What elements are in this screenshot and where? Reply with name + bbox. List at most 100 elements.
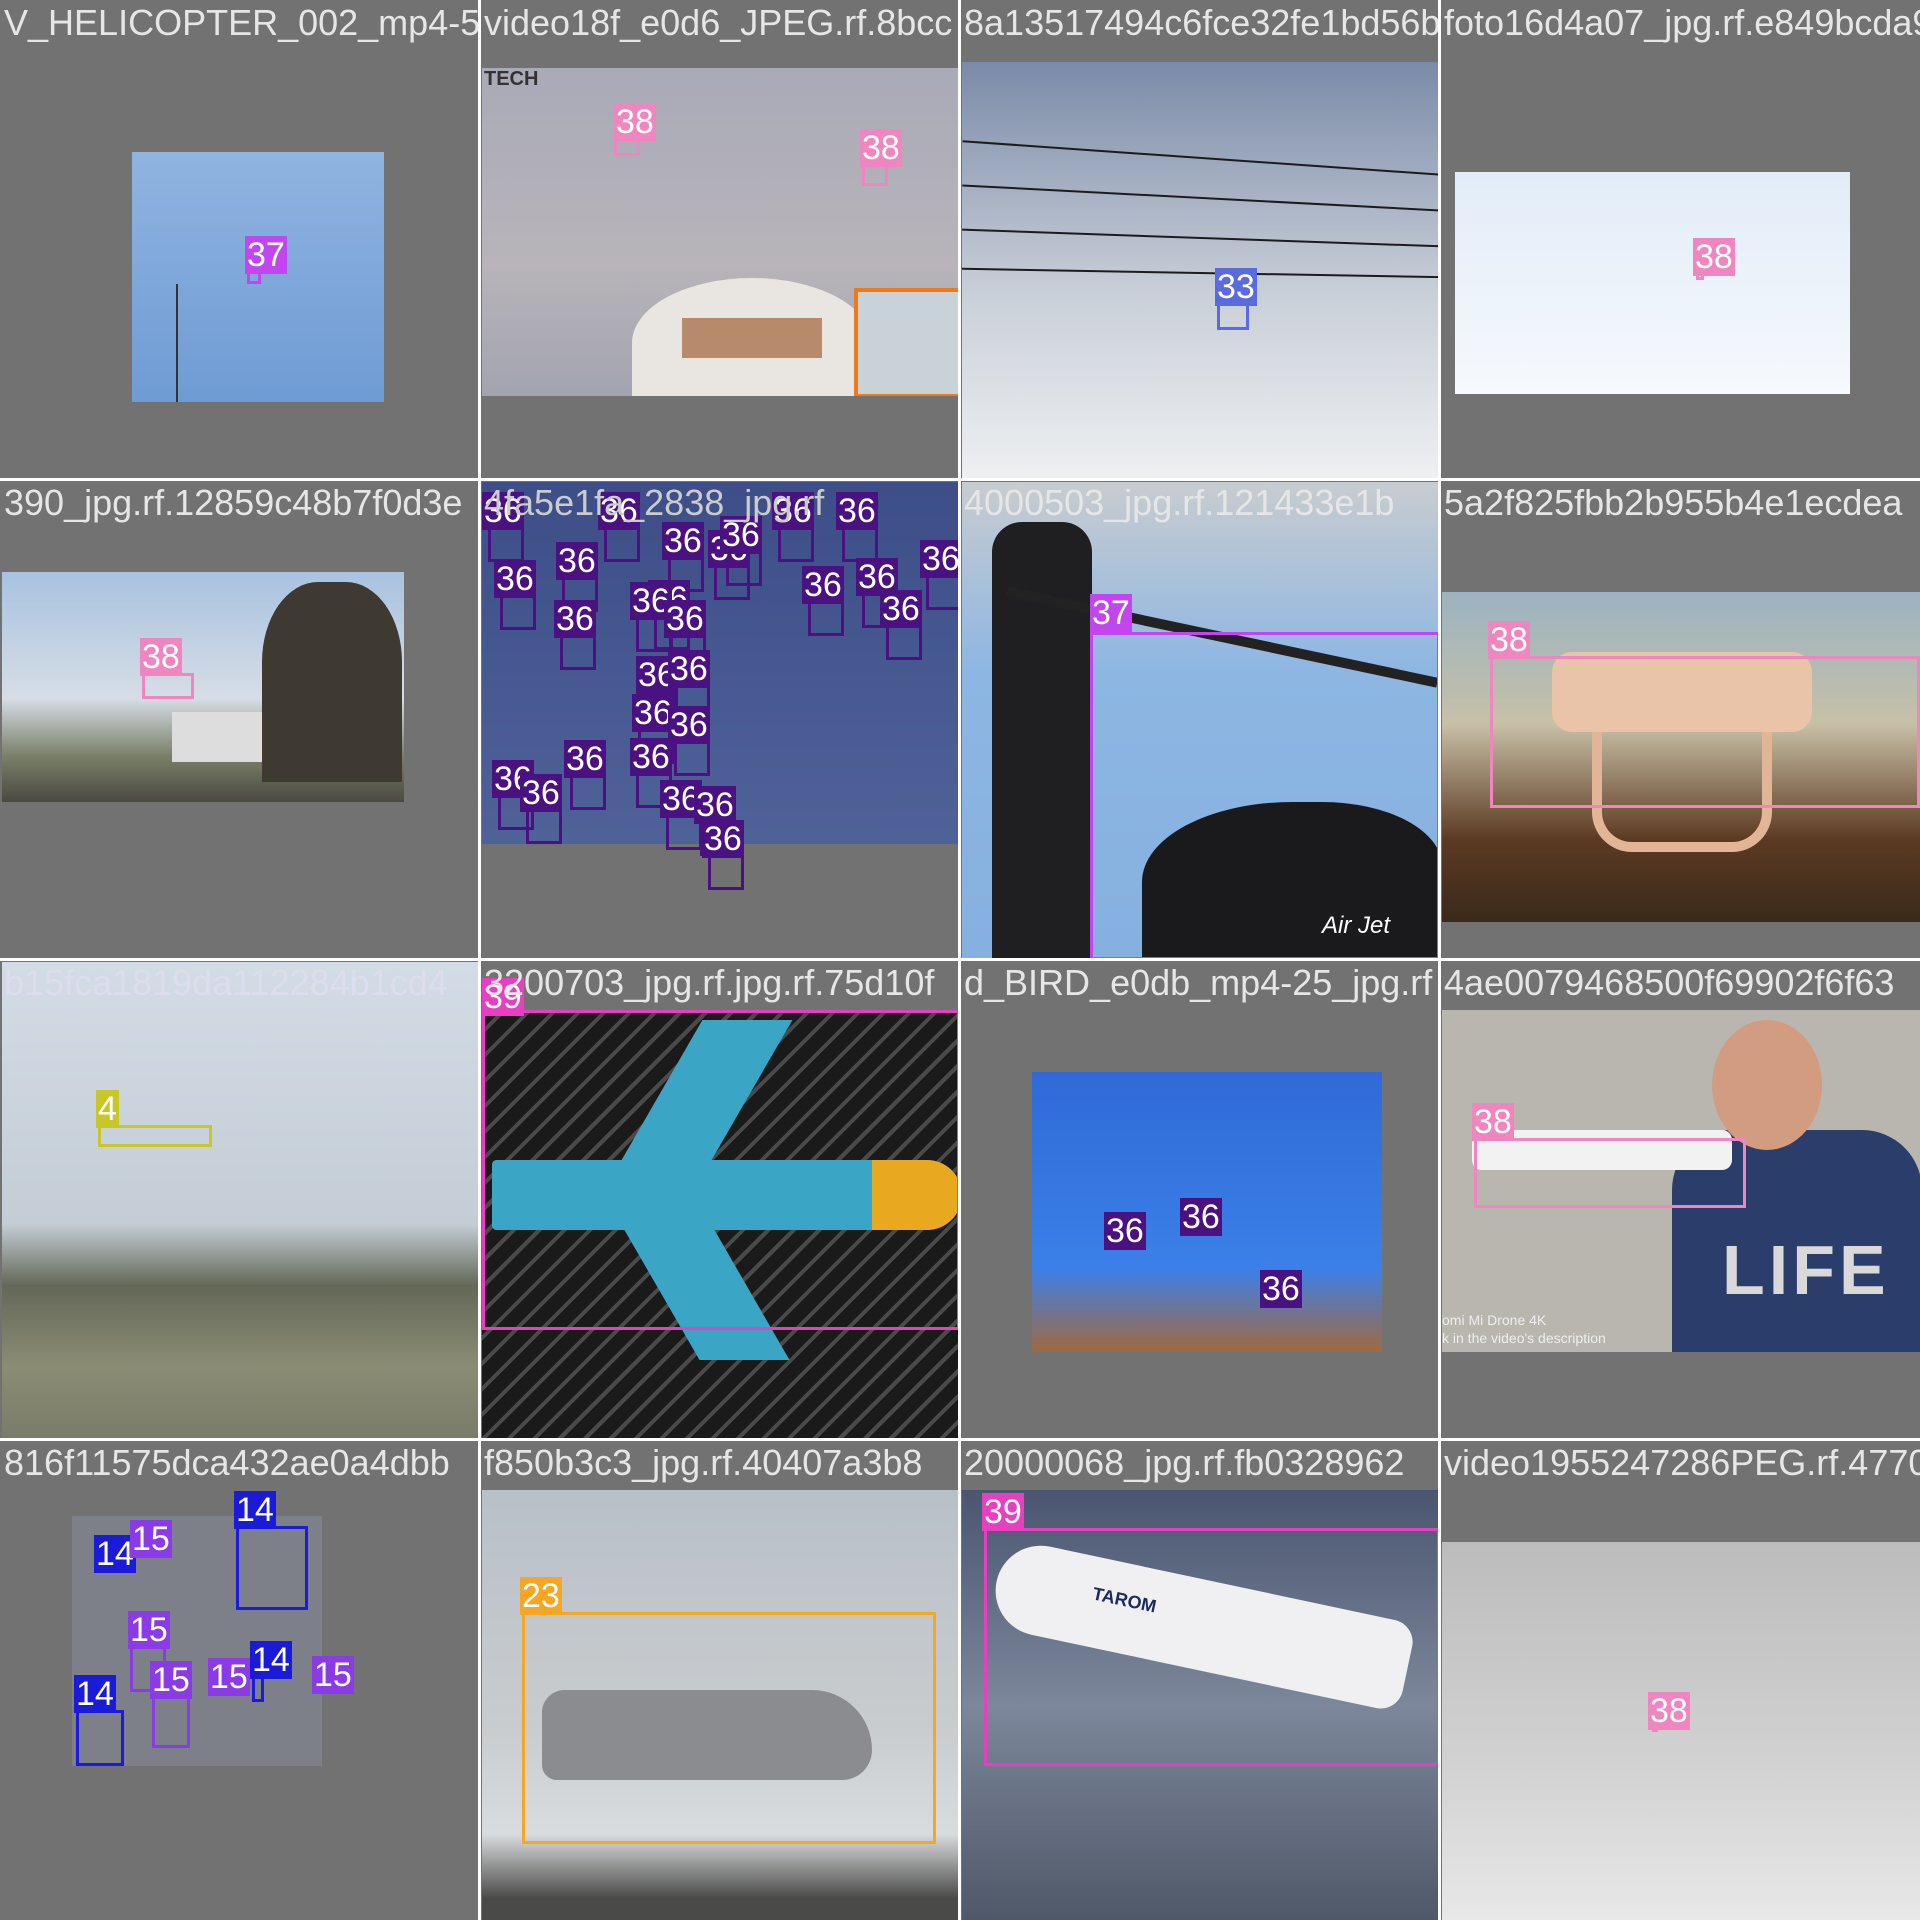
class-label: 4 — [96, 1090, 119, 1128]
tile-title: 4fa5e1fa_2838_jpg.rf — [484, 482, 825, 523]
tile-white-sky: foto16d4a07_jpg.rf.e849bcda9 38 — [1440, 0, 1920, 480]
tile-drone-house: 390_jpg.rf.12859c48b7f0d3e 38 — [0, 480, 480, 960]
tile-fighter-grid: 816f11575dca432ae0a4dbb 14 15 14 15 14 1… — [0, 1440, 480, 1920]
class-label: 36 — [1104, 1212, 1146, 1250]
inset-frame — [854, 288, 960, 396]
grid-divider — [0, 958, 1920, 961]
bbox — [926, 574, 960, 610]
bbox — [522, 1612, 936, 1844]
power-line — [962, 140, 1440, 176]
bbox — [482, 1010, 960, 1330]
power-line — [962, 184, 1440, 212]
bbox — [152, 1696, 190, 1748]
class-label: 36 — [554, 600, 596, 638]
tile-toy-drone: 5a2f825fbb2b955b4e1ecdea 38 — [1440, 480, 1920, 960]
class-label: 36 — [520, 774, 562, 812]
tile-birds-blue: d_BIRD_e0db_mp4-25_jpg.rf 36 36 36 — [960, 960, 1440, 1440]
bbox — [252, 1676, 264, 1702]
tile-clouds-wires: 8a13517494c6fce32fe1bd56b06d4507 33 — [960, 0, 1440, 480]
photo — [2, 962, 480, 1438]
photo — [1442, 1542, 1920, 1920]
class-label: 36 — [664, 600, 706, 638]
tile-boat-sea: TECH video18f_e0d6_JPEG.rf.8bcc 38 38 — [480, 0, 960, 480]
bbox — [808, 600, 844, 636]
tile-title: 8a13517494c6fce32fe1bd56b06d4507 — [964, 2, 1440, 43]
class-label: 38 — [1472, 1103, 1514, 1141]
watermark: TECH — [484, 68, 539, 90]
photo — [2, 572, 404, 802]
class-label: 14 — [250, 1641, 292, 1679]
class-label: 15 — [312, 1656, 354, 1694]
person-head — [1712, 1020, 1822, 1150]
bbox — [98, 1125, 212, 1147]
bbox — [842, 526, 878, 562]
class-label: 38 — [1693, 238, 1735, 276]
bbox — [570, 774, 606, 810]
class-label: 38 — [614, 103, 656, 141]
tile-tarom-airliner: TAROM 20000068_jpg.rf.fb0328962 39 — [960, 1440, 1440, 1920]
tile-title: 816f11575dca432ae0a4dbb — [4, 1442, 450, 1483]
class-label: 36 — [880, 590, 922, 628]
tile-title: V_HELICOPTER_002_mp4-57_jpg.rf.1790e7b51 — [4, 2, 480, 43]
class-label: 38 — [140, 638, 182, 676]
tile-title: 390_jpg.rf.12859c48b7f0d3e — [4, 482, 463, 523]
bbox — [236, 1526, 308, 1610]
class-label: 36 — [668, 706, 710, 744]
tile-title: b15fca1819da112284b1cd4 — [4, 962, 448, 1003]
bbox — [526, 808, 562, 844]
bbox — [1090, 632, 1440, 960]
class-label: 15 — [128, 1611, 170, 1649]
class-label: 36 — [668, 650, 710, 688]
tile-title: video18f_e0d6_JPEG.rf.8bcc — [484, 2, 953, 43]
tile-man-helicopter: Air Jet 4000503_jpg.rf.121433e1b 37 — [960, 480, 1440, 960]
class-label: 36 — [694, 786, 736, 824]
class-label: 23 — [520, 1577, 562, 1615]
tile-title: foto16d4a07_jpg.rf.e849bcda9 — [1444, 2, 1920, 43]
class-label: 36 — [630, 738, 672, 776]
tree — [262, 582, 402, 782]
class-label: 38 — [860, 129, 902, 167]
class-label: 15 — [208, 1658, 250, 1696]
bbox — [1490, 656, 1920, 808]
tile-b2-bomber: b15fca1819da112284b1cd4 4 — [0, 960, 480, 1440]
class-label: 36 — [1260, 1270, 1302, 1308]
power-line — [962, 267, 1440, 279]
detection-mosaic: V_HELICOPTER_002_mp4-57_jpg.rf.1790e7b51… — [0, 0, 1920, 1920]
bbox — [488, 526, 524, 562]
class-label: 36 — [802, 566, 844, 604]
photo — [1455, 172, 1850, 394]
class-label: 36 — [1180, 1198, 1222, 1236]
video-caption-1: omi Mi Drone 4K — [1442, 1312, 1547, 1328]
pole — [176, 284, 178, 402]
tile-title: 4ae0079468500f69902f6f63 — [1444, 962, 1895, 1003]
class-label: 38 — [1488, 621, 1530, 659]
bbox — [886, 624, 922, 660]
bbox — [708, 854, 744, 890]
class-label: 14 — [74, 1675, 116, 1713]
tile-title: 20000068_jpg.rf.fb0328962 — [964, 1442, 1405, 1483]
grid-divider — [0, 1438, 1920, 1441]
power-line — [962, 228, 1440, 248]
bbox — [862, 164, 888, 186]
class-label: 36 — [556, 542, 598, 580]
tile-cartoon-plane: 3200703_jpg.rf.jpg.rf.75d10f 39 — [480, 960, 960, 1440]
tile-title: 3200703_jpg.rf.jpg.rf.75d10f — [484, 962, 935, 1003]
class-label: 15 — [130, 1520, 172, 1558]
tile-title: video1955247286PEG.rf.4770b — [1444, 1442, 1920, 1483]
class-label: 33 — [1215, 268, 1257, 306]
tile-title: 5a2f825fbb2b955b4e1ecdea — [1444, 482, 1903, 523]
class-label: 37 — [245, 236, 287, 274]
class-label: 38 — [1648, 1692, 1690, 1730]
class-label: 36 — [662, 522, 704, 560]
tile-drone-review: LIFE omi Mi Drone 4K k in the video's de… — [1440, 960, 1920, 1440]
grid-divider — [0, 478, 1920, 481]
class-label: 39 — [982, 1493, 1024, 1531]
bbox — [604, 526, 640, 562]
bbox — [674, 740, 710, 776]
bbox — [1474, 1138, 1746, 1208]
boat-deck — [682, 318, 822, 358]
class-label: 36 — [836, 492, 878, 530]
bbox — [984, 1528, 1440, 1766]
bbox — [500, 594, 536, 630]
photo: TECH — [482, 68, 960, 396]
